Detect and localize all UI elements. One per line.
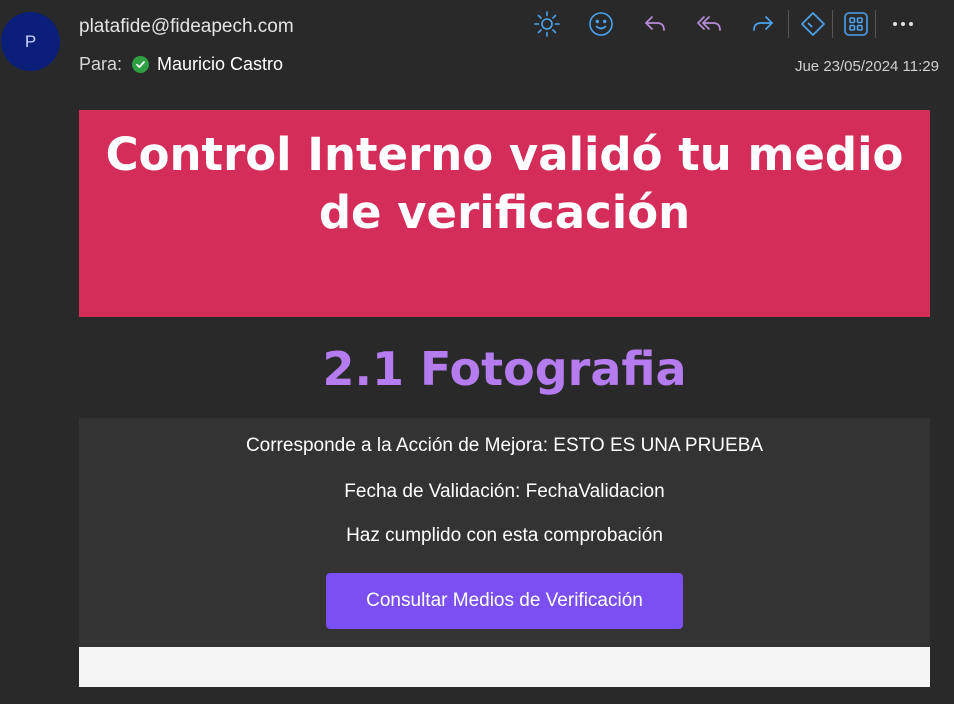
- recipient-name[interactable]: Mauricio Castro: [157, 54, 283, 75]
- recipient-row: Para: Mauricio Castro: [79, 54, 283, 75]
- sender-avatar[interactable]: P: [1, 12, 60, 71]
- sender-address[interactable]: platafide@fideapech.com: [79, 16, 294, 38]
- verification-type-title: 2.1 Fotografia: [322, 341, 687, 396]
- validation-date-text: Fecha de Validación: FechaValidacion: [344, 481, 665, 502]
- hero-banner: Control Interno validó tu medio de verif…: [79, 110, 930, 317]
- reply-all-icon[interactable]: [692, 7, 726, 41]
- message-toolbar: [530, 6, 920, 42]
- forward-icon[interactable]: [746, 7, 780, 41]
- presence-available-icon: [132, 56, 150, 73]
- improvement-action-text: Corresponde a la Acción de Mejora: ESTO …: [245, 435, 764, 456]
- sun-icon[interactable]: [530, 7, 564, 41]
- completion-text: Haz cumplido con esta comprobación: [346, 525, 663, 546]
- toolbar-divider: [875, 10, 876, 38]
- email-footer: [79, 647, 930, 687]
- received-date: Jue 23/05/2024 11:29: [794, 58, 939, 75]
- more-icon[interactable]: [886, 7, 920, 41]
- emoji-icon[interactable]: [584, 7, 618, 41]
- toolbar-divider: [788, 10, 789, 38]
- immersive-reader-icon[interactable]: [796, 7, 830, 41]
- email-body: Control Interno validó tu medio de verif…: [79, 110, 930, 687]
- subtitle-section: 2.1 Fotografia: [79, 317, 930, 418]
- toolbar-divider: [832, 10, 833, 38]
- hero-title: Control Interno validó tu medio de verif…: [105, 128, 904, 239]
- details-card: Corresponde a la Acción de Mejora: ESTO …: [79, 418, 930, 647]
- consult-verification-button[interactable]: Consultar Medios de Verificación: [326, 573, 683, 629]
- reply-icon[interactable]: [638, 7, 672, 41]
- to-label: Para:: [79, 54, 123, 74]
- avatar-initial: P: [24, 31, 37, 51]
- apps-icon[interactable]: [839, 7, 873, 41]
